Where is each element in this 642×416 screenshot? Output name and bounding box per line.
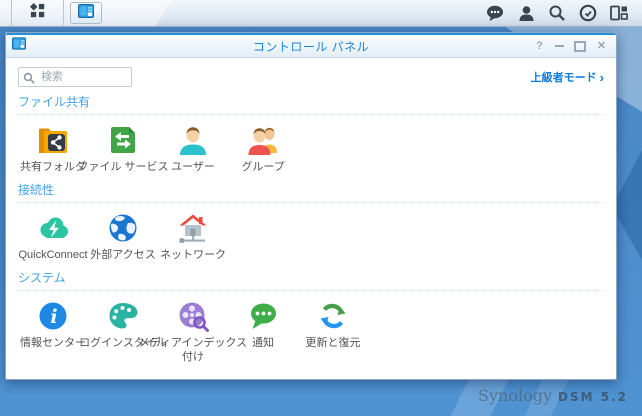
close-button[interactable]: ✕ [596, 40, 607, 52]
taskbar-control-panel-button[interactable] [70, 2, 102, 24]
section-title-connectivity: 接続性 [18, 181, 604, 204]
window-title: コントロール パネル [252, 39, 370, 54]
cp-item-info-center[interactable]: i 情報センター [18, 298, 88, 363]
main-menu-button[interactable] [11, 0, 64, 26]
user-options-button[interactable] [515, 3, 537, 23]
taskbar-left [0, 0, 102, 26]
pilot-view-button[interactable] [608, 3, 630, 23]
section-items: QuickConnect 外部アクセス ネットワーク [18, 210, 604, 262]
cp-item-label: 更新と復元 [305, 337, 361, 350]
widgets-button[interactable] [577, 3, 599, 23]
user-icon [175, 122, 211, 158]
dsm-version-text: DSM 5.2 [558, 390, 628, 404]
update-restore-icon [315, 298, 351, 334]
search-box[interactable] [18, 67, 132, 87]
search-input[interactable] [18, 67, 132, 87]
speech-bubble-icon [245, 298, 281, 334]
cp-item-notifications[interactable]: 通知 [228, 298, 298, 363]
taskbar-right [484, 3, 642, 23]
palette-icon [105, 298, 141, 334]
cp-item-network[interactable]: ネットワーク [158, 210, 228, 262]
file-services-icon [105, 122, 141, 158]
film-reel-magnifier-icon [175, 298, 211, 334]
minimize-button[interactable] [555, 45, 564, 47]
cp-item-label: グループ [241, 161, 285, 173]
control-panel-window: コントロール パネル ? ✕ 検索 上級者モード › ファイル共有 共有フォルダ… [5, 32, 617, 380]
cp-item-group[interactable]: グループ [228, 122, 298, 174]
search-button[interactable] [546, 3, 568, 23]
taskbar [0, 0, 642, 27]
notifications-button[interactable] [484, 3, 506, 23]
section-items: 共有フォルダ ファイル サービス ユーザー グループ [18, 122, 604, 174]
help-button[interactable]: ? [534, 40, 545, 52]
cp-item-media-indexing[interactable]: メディアインデックス 付け [139, 298, 247, 363]
main-menu-icon [29, 2, 46, 24]
chevron-right-icon: › [599, 69, 604, 85]
quickconnect-cloud-icon [35, 210, 71, 246]
section-title-file-sharing: ファイル共有 [18, 93, 604, 115]
section-title-system: システム [18, 269, 604, 292]
window-controls: ? ✕ [534, 40, 616, 52]
advanced-mode-label: 上級者モード [530, 72, 597, 84]
advanced-mode-link[interactable]: 上級者モード › [531, 69, 604, 85]
group-icon [245, 122, 281, 158]
desktop: コントロール パネル ? ✕ 検索 上級者モード › ファイル共有 共有フォルダ… [0, 0, 642, 416]
section-items: i 情報センター ログインスタイル メディアインデックス 付け 通知 更新と復元 [18, 298, 604, 363]
cp-item-label: ネットワーク [160, 249, 226, 262]
info-center-icon: i [35, 298, 71, 334]
cp-item-update-restore[interactable]: 更新と復元 [298, 298, 368, 363]
titlebar[interactable]: コントロール パネル ? ✕ [6, 33, 616, 58]
shared-folder-icon [35, 122, 71, 158]
globe-icon [105, 210, 141, 246]
svg-text:i: i [50, 306, 57, 328]
control-panel-content: 上級者モード › ファイル共有 [6, 58, 616, 379]
maximize-button[interactable] [574, 40, 586, 52]
search-icon [23, 71, 35, 89]
control-panel-app-icon [78, 3, 94, 23]
network-house-icon [175, 210, 211, 246]
